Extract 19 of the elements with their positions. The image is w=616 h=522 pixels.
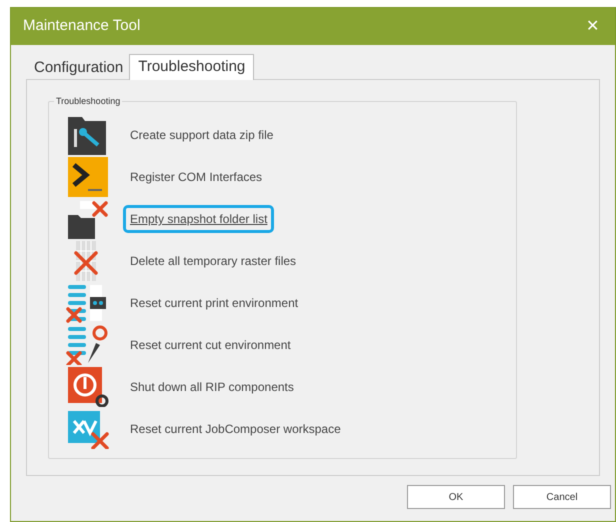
- group-title: Troubleshooting: [54, 95, 122, 107]
- action-link[interactable]: Reset current cut environment: [123, 331, 298, 359]
- dialog-button[interactable]: OK: [407, 485, 505, 509]
- action-link[interactable]: Delete all temporary raster files: [123, 247, 304, 275]
- action-link[interactable]: Reset current JobComposer workspace: [123, 415, 348, 443]
- terminal-icon: [66, 157, 110, 197]
- cutter-reset-icon: [66, 325, 110, 365]
- power-restart-icon: [66, 367, 110, 407]
- dialog-button[interactable]: Cancel: [513, 485, 611, 509]
- action-link[interactable]: Reset current print environment: [123, 289, 306, 317]
- action-link[interactable]: Shut down all RIP components: [123, 373, 301, 401]
- action-link[interactable]: Register COM Interfaces: [123, 163, 270, 191]
- folder-delete-icon: [66, 199, 110, 239]
- window-title: Maintenance Tool: [23, 16, 140, 36]
- tab[interactable]: Troubleshooting: [129, 54, 254, 80]
- action-link[interactable]: Create support data zip file: [123, 121, 280, 149]
- workspace-reset-icon: [66, 409, 110, 449]
- tab[interactable]: Configuration: [28, 57, 130, 79]
- action-link[interactable]: Empty snapshot folder list: [123, 205, 274, 233]
